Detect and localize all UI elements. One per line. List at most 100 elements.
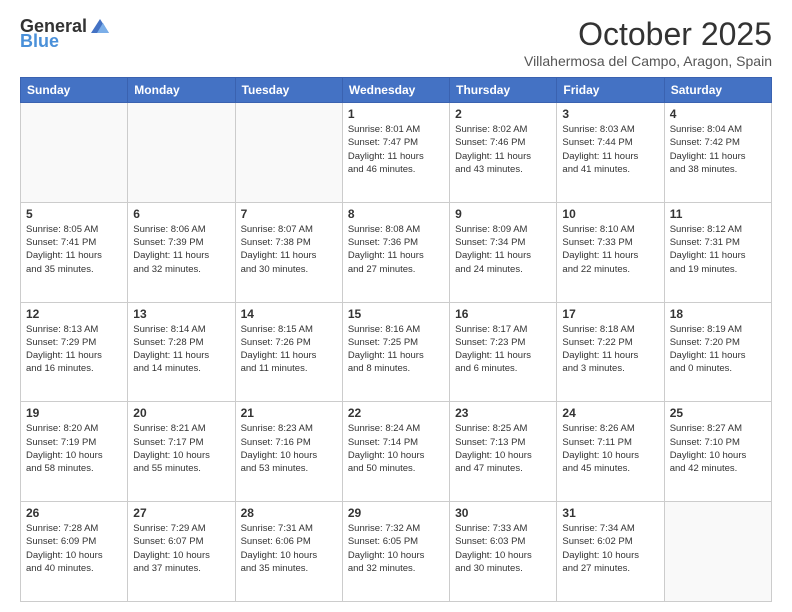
day-info: Sunrise: 8:08 AMSunset: 7:36 PMDaylight:… — [348, 223, 444, 276]
day-number: 7 — [241, 207, 337, 221]
day-info: Sunrise: 8:02 AMSunset: 7:46 PMDaylight:… — [455, 123, 551, 176]
day-info: Sunrise: 8:21 AMSunset: 7:17 PMDaylight:… — [133, 422, 229, 475]
day-info: Sunrise: 7:33 AMSunset: 6:03 PMDaylight:… — [455, 522, 551, 575]
day-info: Sunrise: 8:25 AMSunset: 7:13 PMDaylight:… — [455, 422, 551, 475]
table-row: 11Sunrise: 8:12 AMSunset: 7:31 PMDayligh… — [664, 202, 771, 302]
col-friday: Friday — [557, 78, 664, 103]
table-row: 30Sunrise: 7:33 AMSunset: 6:03 PMDayligh… — [450, 502, 557, 602]
day-number: 26 — [26, 506, 122, 520]
day-info: Sunrise: 8:27 AMSunset: 7:10 PMDaylight:… — [670, 422, 766, 475]
day-info: Sunrise: 8:04 AMSunset: 7:42 PMDaylight:… — [670, 123, 766, 176]
day-number: 23 — [455, 406, 551, 420]
page: General Blue October 2025 Villahermosa d… — [0, 0, 792, 612]
table-row: 10 Sunrise: 8:10 AMSunset: 7:33 PMDayligh… — [557, 202, 664, 302]
logo-blue: Blue — [20, 31, 59, 52]
table-row: 21 Sunrise: 8:23 AMSunset: 7:16 PMDayligh… — [235, 402, 342, 502]
table-row: 12Sunrise: 8:13 AMSunset: 7:29 PMDayligh… — [21, 302, 128, 402]
table-row: 19Sunrise: 8:20 AMSunset: 7:19 PMDayligh… — [21, 402, 128, 502]
day-number: 16 — [455, 307, 551, 321]
calendar-table: Sunday Monday Tuesday Wednesday Thursday… — [20, 77, 772, 602]
day-number: 1 — [348, 107, 444, 121]
day-number: 17 — [562, 307, 658, 321]
calendar-week-row: 1Sunrise: 8:01 AMSunset: 7:47 PMDaylight… — [21, 103, 772, 203]
table-row: 5 Sunrise: 8:05 AMSunset: 7:41 PMDaylight… — [21, 202, 128, 302]
day-info: Sunrise: 8:06 AMSunset: 7:39 PMDaylight:… — [133, 223, 229, 276]
table-row: 14 Sunrise: 8:15 AMSunset: 7:26 PMDayligh… — [235, 302, 342, 402]
table-row: 3 Sunrise: 8:03 AMSunset: 7:44 PMDaylight… — [557, 103, 664, 203]
day-info: Sunrise: 7:34 AMSunset: 6:02 PMDaylight:… — [562, 522, 658, 575]
table-row — [664, 502, 771, 602]
day-info: Sunrise: 8:19 AMSunset: 7:20 PMDaylight:… — [670, 323, 766, 376]
day-info: Sunrise: 8:24 AMSunset: 7:14 PMDaylight:… — [348, 422, 444, 475]
table-row: 22 Sunrise: 8:24 AMSunset: 7:14 PMDayligh… — [342, 402, 449, 502]
table-row: 15 Sunrise: 8:16 AMSunset: 7:25 PMDayligh… — [342, 302, 449, 402]
col-tuesday: Tuesday — [235, 78, 342, 103]
day-number: 4 — [670, 107, 766, 121]
table-row: 29 Sunrise: 7:32 AMSunset: 6:05 PMDayligh… — [342, 502, 449, 602]
day-info: Sunrise: 8:17 AMSunset: 7:23 PMDaylight:… — [455, 323, 551, 376]
logo-icon — [89, 17, 111, 35]
day-number: 14 — [241, 307, 337, 321]
month-title: October 2025 — [524, 16, 772, 53]
calendar-header-row: Sunday Monday Tuesday Wednesday Thursday… — [21, 78, 772, 103]
day-number: 10 — [562, 207, 658, 221]
table-row: 7 Sunrise: 8:07 AMSunset: 7:38 PMDaylight… — [235, 202, 342, 302]
day-number: 20 — [133, 406, 229, 420]
col-thursday: Thursday — [450, 78, 557, 103]
table-row: 2 Sunrise: 8:02 AMSunset: 7:46 PMDaylight… — [450, 103, 557, 203]
table-row: 6 Sunrise: 8:06 AMSunset: 7:39 PMDaylight… — [128, 202, 235, 302]
day-info: Sunrise: 8:14 AMSunset: 7:28 PMDaylight:… — [133, 323, 229, 376]
title-section: October 2025 Villahermosa del Campo, Ara… — [524, 16, 772, 69]
day-number: 18 — [670, 307, 766, 321]
calendar-week-row: 12Sunrise: 8:13 AMSunset: 7:29 PMDayligh… — [21, 302, 772, 402]
table-row: 24Sunrise: 8:26 AMSunset: 7:11 PMDayligh… — [557, 402, 664, 502]
table-row: 28Sunrise: 7:31 AMSunset: 6:06 PMDayligh… — [235, 502, 342, 602]
day-info: Sunrise: 7:29 AMSunset: 6:07 PMDaylight:… — [133, 522, 229, 575]
day-number: 3 — [562, 107, 658, 121]
day-info: Sunrise: 7:31 AMSunset: 6:06 PMDaylight:… — [241, 522, 337, 575]
col-monday: Monday — [128, 78, 235, 103]
day-number: 9 — [455, 207, 551, 221]
day-info: Sunrise: 8:16 AMSunset: 7:25 PMDaylight:… — [348, 323, 444, 376]
day-info: Sunrise: 8:13 AMSunset: 7:29 PMDaylight:… — [26, 323, 122, 376]
day-number: 11 — [670, 207, 766, 221]
day-info: Sunrise: 8:03 AMSunset: 7:44 PMDaylight:… — [562, 123, 658, 176]
day-info: Sunrise: 8:10 AMSunset: 7:33 PMDaylight:… — [562, 223, 658, 276]
day-info: Sunrise: 8:07 AMSunset: 7:38 PMDaylight:… — [241, 223, 337, 276]
calendar-week-row: 26 Sunrise: 7:28 AMSunset: 6:09 PMDayligh… — [21, 502, 772, 602]
day-number: 19 — [26, 406, 122, 420]
day-info: Sunrise: 8:15 AMSunset: 7:26 PMDaylight:… — [241, 323, 337, 376]
day-info: Sunrise: 8:23 AMSunset: 7:16 PMDaylight:… — [241, 422, 337, 475]
day-number: 2 — [455, 107, 551, 121]
col-sunday: Sunday — [21, 78, 128, 103]
day-number: 15 — [348, 307, 444, 321]
day-number: 21 — [241, 406, 337, 420]
col-saturday: Saturday — [664, 78, 771, 103]
day-info: Sunrise: 8:18 AMSunset: 7:22 PMDaylight:… — [562, 323, 658, 376]
calendar-week-row: 5 Sunrise: 8:05 AMSunset: 7:41 PMDaylight… — [21, 202, 772, 302]
table-row: 13Sunrise: 8:14 AMSunset: 7:28 PMDayligh… — [128, 302, 235, 402]
table-row: 4 Sunrise: 8:04 AMSunset: 7:42 PMDaylight… — [664, 103, 771, 203]
location-title: Villahermosa del Campo, Aragon, Spain — [524, 53, 772, 69]
table-row — [235, 103, 342, 203]
table-row: 18 Sunrise: 8:19 AMSunset: 7:20 PMDayligh… — [664, 302, 771, 402]
day-info: Sunrise: 7:32 AMSunset: 6:05 PMDaylight:… — [348, 522, 444, 575]
day-number: 25 — [670, 406, 766, 420]
day-number: 29 — [348, 506, 444, 520]
day-number: 6 — [133, 207, 229, 221]
table-row: 9Sunrise: 8:09 AMSunset: 7:34 PMDaylight… — [450, 202, 557, 302]
day-info: Sunrise: 7:28 AMSunset: 6:09 PMDaylight:… — [26, 522, 122, 575]
day-number: 24 — [562, 406, 658, 420]
day-info: Sunrise: 8:05 AMSunset: 7:41 PMDaylight:… — [26, 223, 122, 276]
table-row: 31 Sunrise: 7:34 AMSunset: 6:02 PMDayligh… — [557, 502, 664, 602]
header: General Blue October 2025 Villahermosa d… — [20, 16, 772, 69]
table-row: 8 Sunrise: 8:08 AMSunset: 7:36 PMDaylight… — [342, 202, 449, 302]
day-number: 5 — [26, 207, 122, 221]
day-number: 8 — [348, 207, 444, 221]
day-number: 31 — [562, 506, 658, 520]
table-row: 23 Sunrise: 8:25 AMSunset: 7:13 PMDayligh… — [450, 402, 557, 502]
table-row: 25 Sunrise: 8:27 AMSunset: 7:10 PMDayligh… — [664, 402, 771, 502]
table-row: 27Sunrise: 7:29 AMSunset: 6:07 PMDayligh… — [128, 502, 235, 602]
table-row: 17 Sunrise: 8:18 AMSunset: 7:22 PMDayligh… — [557, 302, 664, 402]
day-number: 22 — [348, 406, 444, 420]
